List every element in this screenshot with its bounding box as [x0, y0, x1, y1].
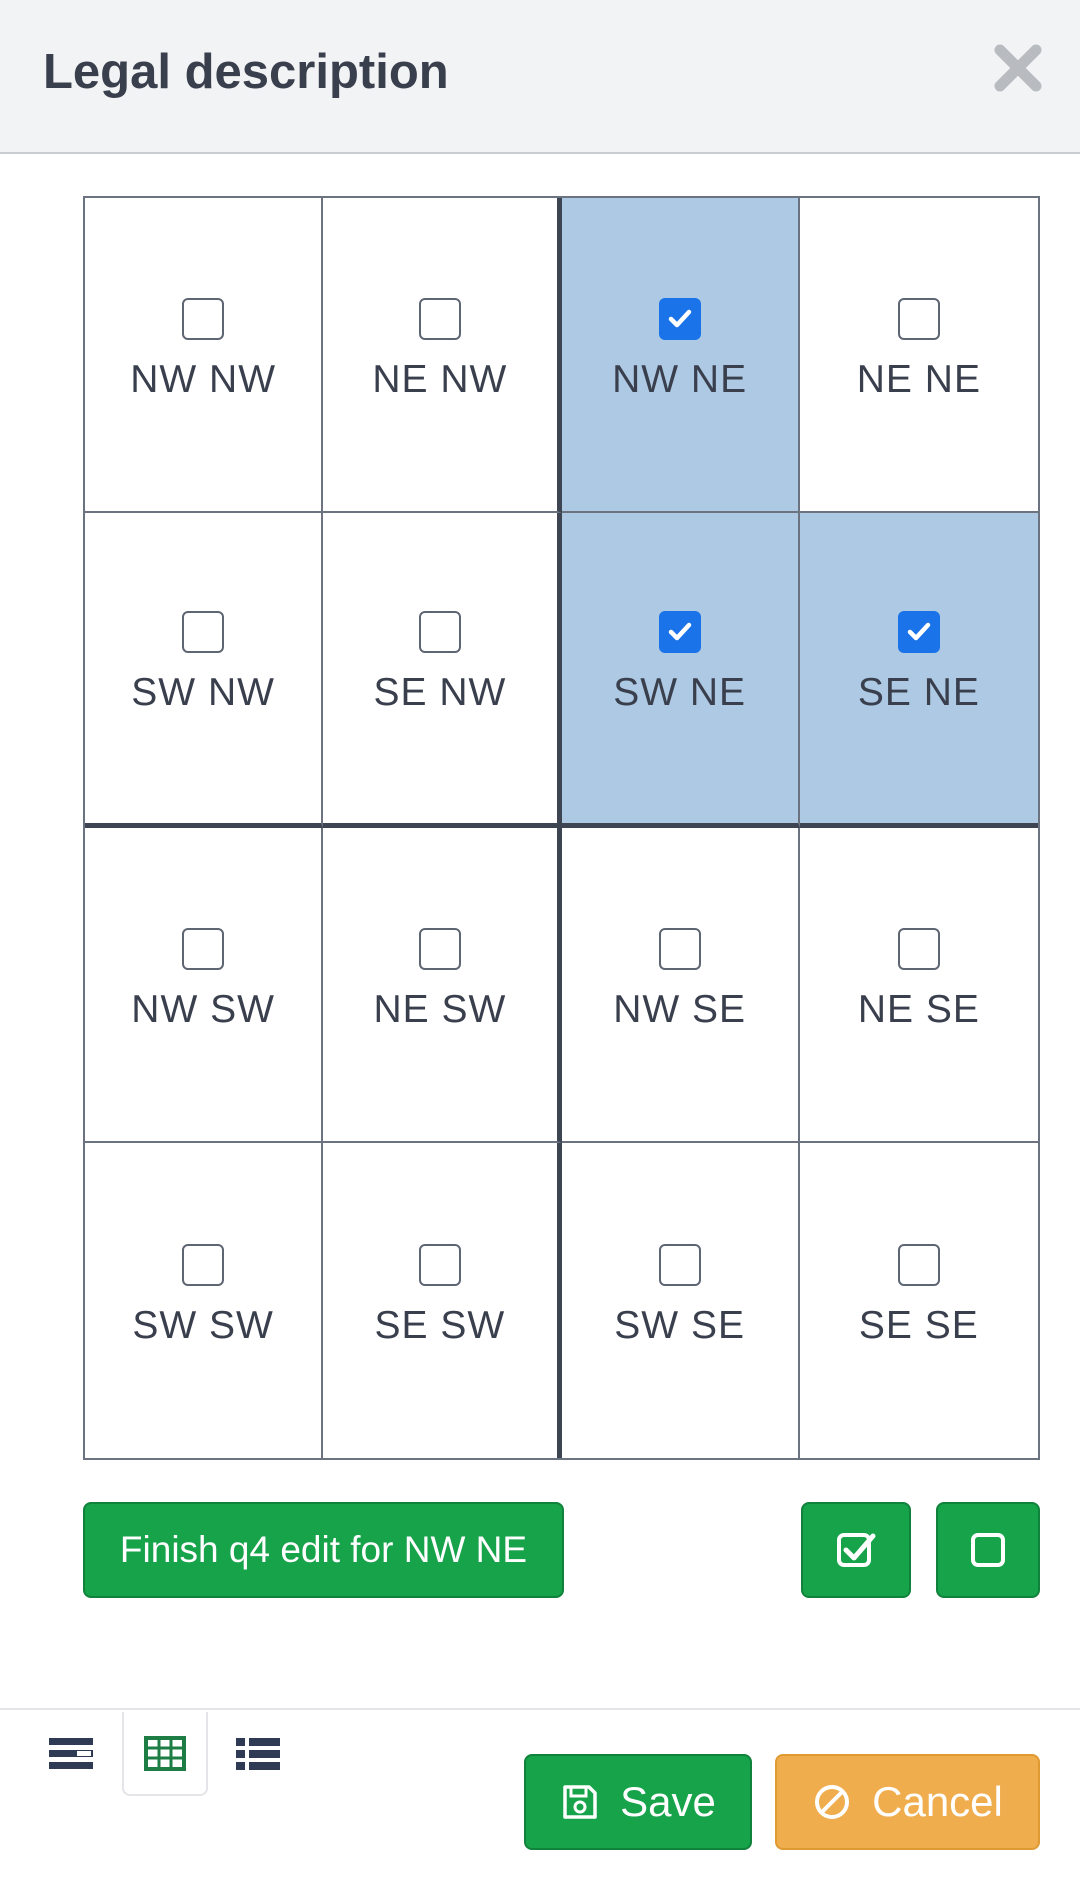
save-label: Save — [620, 1778, 716, 1825]
close-button[interactable] — [990, 40, 1046, 96]
quarter-cell-nw-ne[interactable]: NW NE — [561, 198, 800, 513]
quarter-cell-se-se[interactable]: SE SE — [799, 1143, 1038, 1458]
quarter-label: NW SE — [613, 987, 747, 1031]
quarter-label: SW NW — [131, 671, 275, 714]
check-square-icon — [837, 1533, 876, 1567]
cancel-label: Cancel — [872, 1778, 1003, 1825]
tab-rows-view[interactable] — [28, 1712, 114, 1796]
quarter-cell-sw-sw[interactable]: SW SW — [85, 1143, 324, 1458]
quarter-cell-ne-se[interactable]: NE SE — [799, 828, 1038, 1143]
quarter-checkbox[interactable] — [418, 927, 461, 970]
quarter-checkbox[interactable] — [897, 1243, 940, 1286]
quarter-cell-se-sw[interactable]: SE SW — [323, 1143, 562, 1458]
quarter-checkbox[interactable] — [182, 1243, 225, 1286]
close-icon — [994, 44, 1042, 92]
quarter-label: SE SW — [374, 1303, 506, 1347]
quarter-checkbox[interactable] — [658, 927, 701, 970]
quarter-checkbox[interactable] — [182, 611, 225, 653]
checkmark-icon — [907, 622, 931, 641]
quarter-label: SE SE — [858, 1303, 979, 1347]
quarter-cell-sw-nw[interactable]: SW NW — [85, 513, 324, 828]
quarter-checkbox[interactable] — [897, 927, 940, 970]
quarter-label: NE SE — [857, 987, 980, 1031]
quarter-label: SE NW — [373, 671, 507, 714]
quarter-cell-se-ne[interactable]: SE NE — [799, 513, 1038, 828]
square-icon — [971, 1533, 1005, 1567]
save-button[interactable]: Save — [524, 1754, 752, 1850]
rows-icon — [49, 1738, 93, 1769]
cancel-button[interactable]: Cancel — [775, 1754, 1040, 1850]
quarter-cell-se-nw[interactable]: SE NW — [323, 513, 562, 828]
footer-divider — [0, 1708, 1080, 1710]
check-all-button[interactable] — [801, 1502, 911, 1598]
save-icon — [563, 1785, 597, 1819]
quarter-checkbox[interactable] — [418, 297, 461, 340]
quarter-label: SW SW — [132, 1303, 274, 1347]
checkmark-icon — [668, 309, 691, 327]
quarter-checkbox[interactable] — [182, 927, 225, 970]
quarter-cell-nw-sw[interactable]: NW SW — [85, 828, 324, 1143]
quarter-label: NE SW — [373, 987, 507, 1031]
quarter-cell-sw-se[interactable]: SW SE — [561, 1143, 800, 1458]
quarter-label: NW NE — [612, 357, 748, 401]
finish-q4-edit-button[interactable]: Finish q4 edit for NW NE — [83, 1502, 564, 1598]
tab-grid-view[interactable] — [122, 1712, 208, 1796]
quarter-checkbox[interactable] — [658, 611, 701, 653]
quarter-checkbox[interactable] — [897, 611, 940, 653]
table-grid-icon — [144, 1736, 186, 1771]
quarter-checkbox[interactable] — [182, 297, 225, 340]
quarter-label: NE NE — [856, 357, 981, 401]
quarter-cell-nw-nw[interactable]: NW NW — [85, 198, 324, 513]
quarter-label: SW SE — [614, 1303, 745, 1347]
checkmark-icon — [668, 622, 691, 641]
quarter-quarter-grid: NW NW NE NW NW NE NE NE SW NW SE NW SW NE SE NE… — [83, 196, 1040, 1460]
tab-list-view[interactable] — [215, 1712, 301, 1796]
quarter-cell-ne-sw[interactable]: NE SW — [323, 828, 562, 1143]
quarter-label: NE NW — [372, 357, 508, 401]
quarter-checkbox[interactable] — [658, 1243, 701, 1286]
ban-icon — [815, 1785, 850, 1819]
quarter-label: NW NW — [130, 357, 277, 401]
quarter-label: NW SW — [131, 987, 275, 1031]
quarter-checkbox[interactable] — [897, 297, 940, 340]
quarter-checkbox[interactable] — [418, 1243, 461, 1286]
list-icon — [236, 1738, 280, 1770]
quarter-cell-sw-ne[interactable]: SW NE — [561, 513, 800, 828]
quarter-checkbox[interactable] — [658, 297, 701, 340]
quarter-label: SE NE — [857, 671, 980, 714]
quarter-label: SW NE — [613, 671, 747, 714]
quarter-cell-ne-ne[interactable]: NE NE — [799, 198, 1038, 513]
quarter-cell-nw-se[interactable]: NW SE — [561, 828, 800, 1143]
quarter-checkbox[interactable] — [418, 611, 461, 653]
dialog-title: Legal description — [43, 45, 449, 99]
uncheck-all-button[interactable] — [936, 1502, 1040, 1598]
dialog-header: Legal description — [0, 0, 1080, 154]
quarter-cell-ne-nw[interactable]: NE NW — [323, 198, 562, 513]
